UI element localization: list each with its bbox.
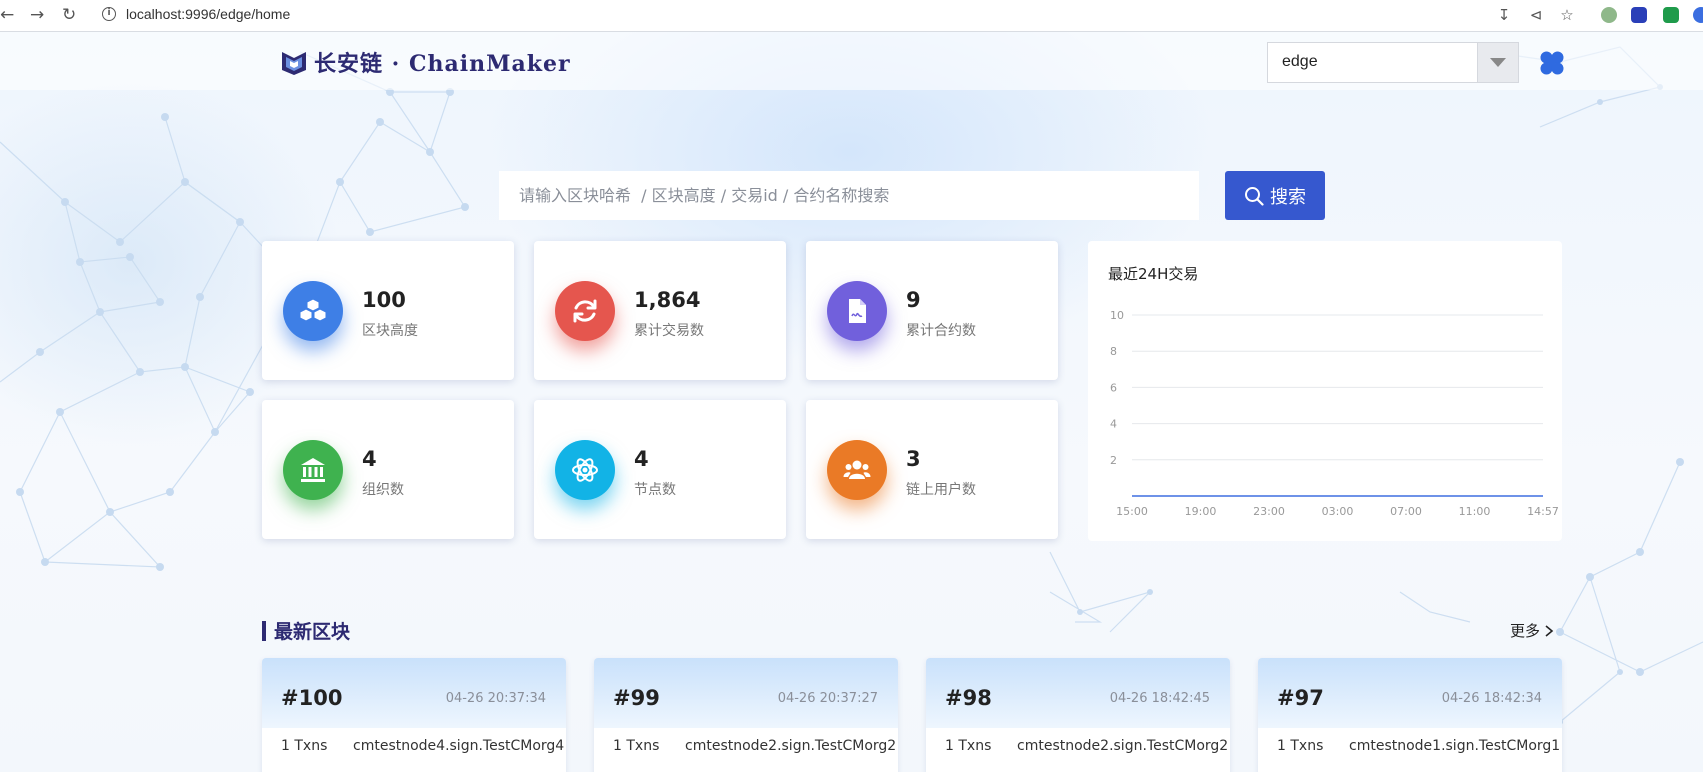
block-card[interactable]: #98 04-26 18:42:45 1 Txns cmtestnode2.si… bbox=[926, 658, 1230, 772]
atom-icon bbox=[572, 458, 598, 482]
stat-card-block-height[interactable]: 100 区块高度 bbox=[262, 241, 514, 380]
block-time: 04-26 20:37:27 bbox=[777, 691, 878, 706]
back-icon[interactable]: ← bbox=[0, 5, 14, 25]
search-input[interactable] bbox=[499, 171, 1199, 220]
stat-value: 4 bbox=[362, 447, 377, 471]
block-txn-count: 1 Txns bbox=[1277, 738, 1324, 754]
transactions-24h-chart: 2 4 6 8 10 15:00 19:00 23:00 03:00 07:00 11:00 14:5… bbox=[1110, 309, 1559, 518]
stat-card-nodes[interactable]: 4 节点数 bbox=[534, 400, 786, 539]
stat-value: 9 bbox=[906, 288, 921, 312]
block-proposer: cmtestnode4.sign.TestCMorg4 bbox=[353, 738, 565, 754]
chain-select[interactable]: edge bbox=[1267, 42, 1519, 83]
contract-file-icon bbox=[849, 299, 866, 323]
chainmaker-logo[interactable]: 长安链 · ChainMaker bbox=[280, 47, 571, 77]
block-proposer: cmtestnode2.sign.TestCMorg2 bbox=[685, 738, 897, 754]
forward-icon[interactable]: → bbox=[30, 5, 44, 25]
cubes-icon bbox=[299, 298, 327, 322]
stat-icon-circle bbox=[827, 440, 887, 500]
chart-y-tick-label: 2 bbox=[1110, 454, 1117, 467]
stat-card-organizations[interactable]: 4 组织数 bbox=[262, 400, 514, 539]
block-card[interactable]: #97 04-26 18:42:34 1 Txns cmtestnode1.si… bbox=[1258, 658, 1562, 772]
chart-y-tick-label: 8 bbox=[1110, 345, 1117, 358]
stat-label: 链上用户数 bbox=[906, 482, 976, 498]
stat-value: 100 bbox=[362, 288, 406, 312]
extension-icon[interactable] bbox=[1663, 7, 1679, 23]
block-number[interactable]: #97 bbox=[1277, 686, 1324, 710]
stat-card-total-transactions[interactable]: 1,864 累计交易数 bbox=[534, 241, 786, 380]
block-proposer: cmtestnode2.sign.TestCMorg2 bbox=[1017, 738, 1229, 754]
install-icon[interactable]: ↧ bbox=[1495, 6, 1513, 24]
more-link-label: 更多 bbox=[1510, 622, 1541, 640]
stat-icon-circle bbox=[827, 281, 887, 341]
bookmark-star-icon[interactable]: ☆ bbox=[1558, 6, 1576, 24]
stat-value: 4 bbox=[634, 447, 649, 471]
chart-x-tick-label: 14:57 bbox=[1527, 505, 1559, 518]
share-icon[interactable]: ⊲ bbox=[1527, 6, 1545, 24]
stat-card-total-contracts[interactable]: 9 累计合约数 bbox=[806, 241, 1058, 380]
block-time: 04-26 18:42:34 bbox=[1441, 691, 1542, 706]
chart-title: 最近24H交易 bbox=[1108, 265, 1199, 283]
users-icon bbox=[843, 460, 871, 479]
stat-icon-circle bbox=[283, 440, 343, 500]
search-button[interactable]: 搜索 bbox=[1225, 171, 1325, 220]
block-number[interactable]: #100 bbox=[281, 686, 342, 710]
chart-y-tick-label: 6 bbox=[1110, 381, 1117, 394]
stat-value: 3 bbox=[906, 447, 921, 471]
stat-card-chain-users[interactable]: 3 链上用户数 bbox=[806, 400, 1058, 539]
address-bar[interactable]: localhost:9996/edge/home bbox=[126, 6, 290, 22]
logo-text: 长安链 · ChainMaker bbox=[314, 51, 571, 77]
stat-icon-circle bbox=[555, 281, 615, 341]
chart-y-tick-label: 10 bbox=[1110, 309, 1124, 322]
search-icon bbox=[1245, 186, 1264, 206]
chart-x-tick-label: 23:00 bbox=[1253, 505, 1285, 518]
extension-icon[interactable] bbox=[1601, 7, 1617, 23]
stat-value: 1,864 bbox=[634, 288, 701, 312]
block-txn-count: 1 Txns bbox=[281, 738, 328, 754]
block-proposer: cmtestnode1.sign.TestCMorg1 bbox=[1349, 738, 1561, 754]
chain-select-toggle[interactable] bbox=[1477, 43, 1518, 82]
chain-select-value: edge bbox=[1282, 53, 1318, 70]
block-card[interactable]: #99 04-26 20:37:27 1 Txns cmtestnode2.si… bbox=[594, 658, 898, 772]
apps-menu-icon[interactable] bbox=[1539, 50, 1565, 76]
home-page: 长安链 · ChainMaker edge 搜索 bbox=[0, 32, 1703, 772]
chainmaker-logo-icon bbox=[282, 52, 306, 75]
browser-toolbar: ← → ↻ i localhost:9996/edge/home ↧ ⊲ ☆ bbox=[0, 0, 1703, 32]
chevron-right-icon bbox=[1545, 624, 1554, 637]
bank-icon bbox=[301, 458, 325, 482]
reload-icon[interactable]: ↻ bbox=[62, 5, 76, 25]
block-txn-count: 1 Txns bbox=[945, 738, 992, 754]
chart-y-tick-label: 4 bbox=[1110, 418, 1117, 431]
block-card[interactable]: #100 04-26 20:37:34 1 Txns cmtestnode4.s… bbox=[262, 658, 566, 772]
chart-x-tick-label: 07:00 bbox=[1390, 505, 1422, 518]
chart-x-tick-label: 11:00 bbox=[1459, 505, 1491, 518]
stat-label: 区块高度 bbox=[362, 323, 418, 339]
chart-x-tick-label: 19:00 bbox=[1185, 505, 1217, 518]
block-txn-count: 1 Txns bbox=[613, 738, 660, 754]
stat-icon-circle bbox=[555, 440, 615, 500]
chart-x-tick-label: 15:00 bbox=[1116, 505, 1148, 518]
latest-blocks-more-link[interactable]: 更多 bbox=[1510, 620, 1554, 641]
stat-icon-circle bbox=[283, 281, 343, 341]
transactions-24h-chart-card: 2 4 6 8 10 15:00 19:00 23:00 03:00 07:00 11:00 14:5… bbox=[1088, 241, 1562, 541]
refresh-icon bbox=[573, 299, 597, 323]
section-title-bar bbox=[262, 621, 266, 641]
site-info-icon[interactable]: i bbox=[102, 7, 116, 21]
block-number[interactable]: #99 bbox=[613, 686, 660, 710]
stat-label: 节点数 bbox=[634, 482, 676, 498]
search-button-label: 搜索 bbox=[1270, 186, 1306, 208]
extension-icon[interactable] bbox=[1693, 7, 1703, 23]
stat-label: 累计合约数 bbox=[906, 323, 976, 339]
caret-down-icon bbox=[1490, 58, 1506, 67]
stat-label: 累计交易数 bbox=[634, 323, 704, 339]
block-number[interactable]: #98 bbox=[945, 686, 992, 710]
block-time: 04-26 18:42:45 bbox=[1109, 691, 1210, 706]
stat-label: 组织数 bbox=[362, 482, 404, 498]
chart-x-tick-label: 03:00 bbox=[1322, 505, 1354, 518]
extension-icon[interactable] bbox=[1631, 7, 1647, 23]
block-time: 04-26 20:37:34 bbox=[445, 691, 546, 706]
latest-blocks-title: 最新区块 bbox=[274, 621, 351, 643]
